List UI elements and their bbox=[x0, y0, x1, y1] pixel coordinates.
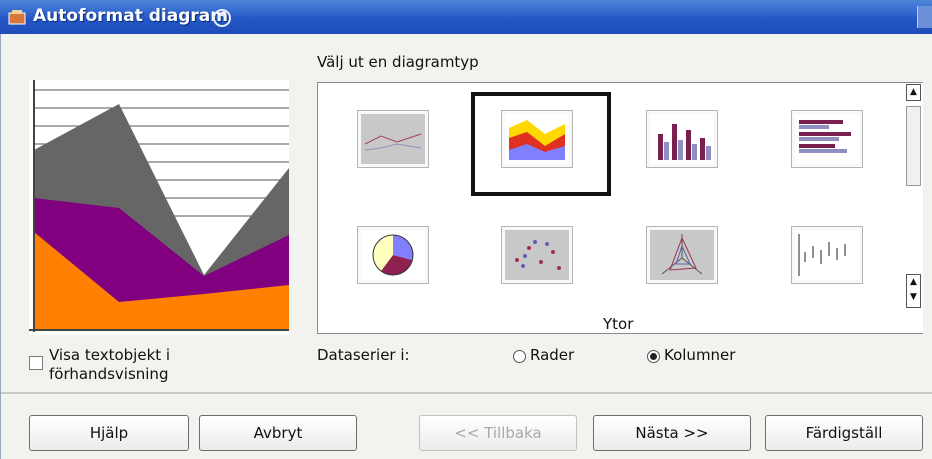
tile-bar-chart[interactable] bbox=[791, 110, 863, 168]
checkbox-label-line2: förhandsvisning bbox=[49, 365, 169, 383]
window-title: Autoformat diagram bbox=[33, 6, 228, 26]
columns-radio-label[interactable]: Kolumner bbox=[664, 346, 735, 364]
tile-stock-chart[interactable] bbox=[791, 226, 863, 284]
bar-chart-icon bbox=[795, 114, 859, 164]
app-icon bbox=[8, 10, 26, 25]
checkbox-label-line1: Visa textobjekt i bbox=[49, 346, 171, 364]
rows-radio[interactable] bbox=[513, 350, 526, 363]
button-separator bbox=[1, 392, 932, 394]
finish-button[interactable]: Färdigställ bbox=[765, 415, 923, 451]
title-bar: Autoformat diagram bbox=[0, 0, 932, 34]
show-text-objects-label: Visa textobjekt i förhandsvisning bbox=[49, 346, 249, 384]
tile-line-chart[interactable] bbox=[357, 110, 429, 168]
scroll-up-button[interactable]: ▲ bbox=[906, 84, 921, 101]
chart-type-heading: Välj ut en diagramtyp bbox=[317, 53, 479, 71]
tile-column-chart[interactable] bbox=[646, 110, 718, 168]
selected-chart-type-label: Ytor bbox=[603, 315, 634, 333]
column-chart-icon bbox=[650, 114, 714, 164]
tile-xy-scatter-chart[interactable] bbox=[501, 226, 573, 284]
cancel-button[interactable]: Avbryt bbox=[199, 415, 357, 451]
scroll-thumb[interactable] bbox=[906, 106, 921, 186]
chart-preview bbox=[29, 80, 289, 335]
tile-net-chart[interactable] bbox=[646, 226, 718, 284]
selected-chart-type-frame bbox=[471, 92, 611, 196]
data-series-label: Dataserier i: bbox=[317, 346, 410, 364]
close-button[interactable] bbox=[917, 6, 932, 28]
pie-chart-icon bbox=[361, 230, 425, 280]
tile-pie-chart[interactable] bbox=[357, 226, 429, 284]
line-chart-icon bbox=[361, 114, 425, 164]
next-button[interactable]: Nästa >> bbox=[593, 415, 751, 451]
gallery-scrollbar[interactable]: ▲ ▲ ▼ bbox=[905, 84, 922, 314]
help-swirl-icon bbox=[213, 9, 231, 27]
rows-radio-label[interactable]: Rader bbox=[530, 346, 574, 364]
xy-scatter-chart-icon bbox=[505, 230, 569, 280]
net-chart-icon bbox=[650, 230, 714, 280]
dialog-body: Visa textobjekt i förhandsvisning Välj u… bbox=[0, 34, 932, 459]
chart-type-gallery[interactable]: Ytor bbox=[317, 82, 923, 334]
stock-chart-icon bbox=[795, 230, 859, 280]
help-button[interactable]: Hjälp bbox=[29, 415, 189, 451]
columns-radio[interactable] bbox=[647, 350, 660, 363]
scroll-down-button[interactable]: ▲ ▼ bbox=[906, 274, 921, 308]
show-text-objects-checkbox[interactable] bbox=[29, 356, 43, 370]
back-button[interactable]: << Tillbaka bbox=[419, 415, 577, 451]
